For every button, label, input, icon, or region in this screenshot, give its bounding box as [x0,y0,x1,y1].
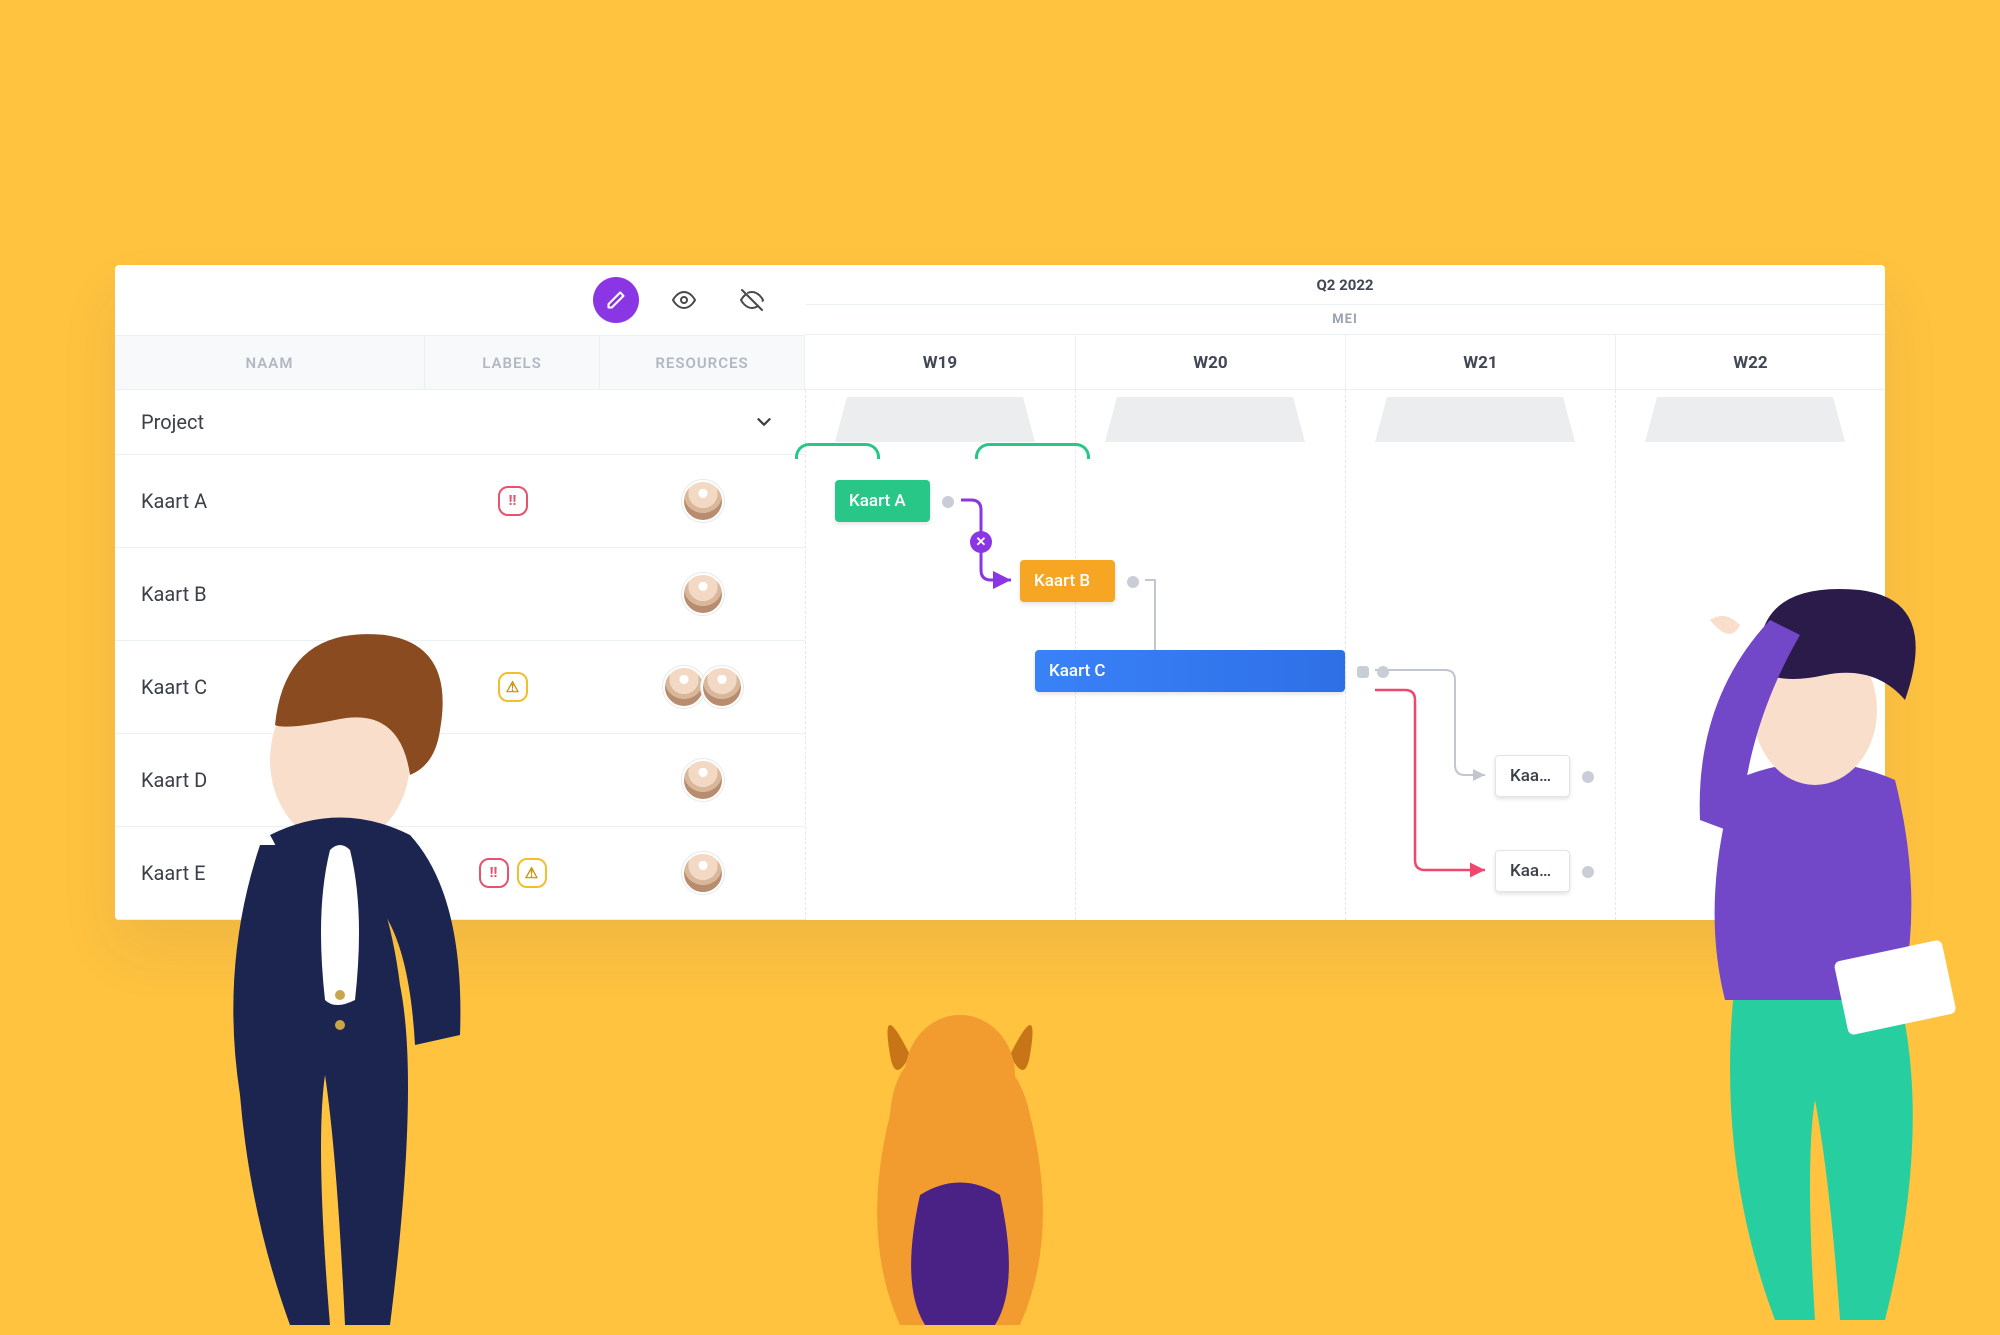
warning-icon [498,672,528,702]
table-row: Kaart C [115,641,805,734]
card-name[interactable]: Kaart C [115,641,425,733]
card-name[interactable]: Kaart E [115,827,425,919]
dog-illustration [830,995,1090,1335]
gantt-bar-a[interactable]: Kaart A [835,480,930,522]
timeline-weeks: W19 W20 W21 W22 [805,335,1885,390]
conflict-icon[interactable]: ✕ [970,531,992,553]
timeline-header: Q2 2022 MEI W19 W20 W21 W22 [805,265,1885,390]
gantt-bar-e[interactable]: Kaa… [1495,850,1570,892]
week-label[interactable]: W22 [1615,335,1885,390]
card-labels: !! [425,827,600,919]
week-marker [835,397,1035,442]
gantt-bar-d[interactable]: Kaa… [1495,755,1570,797]
bar-handle[interactable] [1582,771,1594,783]
milestone-arc [795,443,880,459]
week-marker [1645,397,1845,442]
week-label[interactable]: W21 [1345,335,1615,390]
card-name[interactable]: Kaart B [115,548,425,640]
week-marker [1105,397,1305,442]
card-resources [600,641,805,733]
timeline-month: MEI [805,305,1885,335]
avatar[interactable] [663,666,705,708]
column-headers: NAAM LABELS RESOURCES [115,335,805,390]
table-row: Kaart A !! [115,455,805,548]
toolbar [115,265,805,335]
timeline-body[interactable]: ✕ Kaart A Kaart B Kaart C Kaa… Kaa… [805,390,1885,920]
app-window: NAAM LABELS RESOURCES Project Kaart A !!… [115,265,1885,920]
bar-handle[interactable] [1357,666,1369,678]
milestone-arc [975,443,1090,459]
card-rows: Kaart A !! Kaart B Kaart C [115,455,805,920]
card-labels [425,641,600,733]
table-row: Kaart B [115,548,805,641]
avatar[interactable] [682,480,724,522]
bar-handle[interactable] [1377,666,1389,678]
chevron-down-icon [753,411,775,433]
gantt-bar-c[interactable]: Kaart C [1035,650,1345,692]
week-marker [1375,397,1575,442]
card-labels [425,734,600,826]
table-row: Kaart D [115,734,805,827]
eye-icon [672,288,696,312]
project-group-row[interactable]: Project [115,390,805,455]
card-resources [600,827,805,919]
card-resources [600,548,805,640]
card-name[interactable]: Kaart A [115,455,425,547]
card-name[interactable]: Kaart D [115,734,425,826]
critical-icon: !! [498,486,528,516]
warning-icon [517,858,547,888]
header-name: NAAM [115,336,425,389]
pencil-icon [606,290,626,310]
card-labels [425,548,600,640]
timeline-panel: Q2 2022 MEI W19 W20 W21 W22 [805,265,1885,920]
edit-button[interactable] [593,277,639,323]
visibility-off-button[interactable] [729,277,775,323]
card-resources [600,734,805,826]
avatar[interactable] [682,759,724,801]
header-labels: LABELS [425,336,600,389]
header-resources: RESOURCES [600,336,805,389]
card-labels: !! [425,455,600,547]
eye-off-icon [740,288,764,312]
card-resources [600,455,805,547]
avatar[interactable] [682,852,724,894]
gantt-bar-b[interactable]: Kaart B [1020,560,1115,602]
timeline-quarter: Q2 2022 [805,265,1885,305]
week-label[interactable]: W19 [805,335,1075,390]
table-row: Kaart E !! [115,827,805,920]
week-label[interactable]: W20 [1075,335,1345,390]
critical-icon: !! [479,858,509,888]
bar-handle[interactable] [1127,576,1139,588]
bar-handle[interactable] [1582,866,1594,878]
avatar[interactable] [701,666,743,708]
visibility-on-button[interactable] [661,277,707,323]
avatar[interactable] [682,573,724,615]
bar-handle[interactable] [942,496,954,508]
project-title: Project [141,410,204,434]
